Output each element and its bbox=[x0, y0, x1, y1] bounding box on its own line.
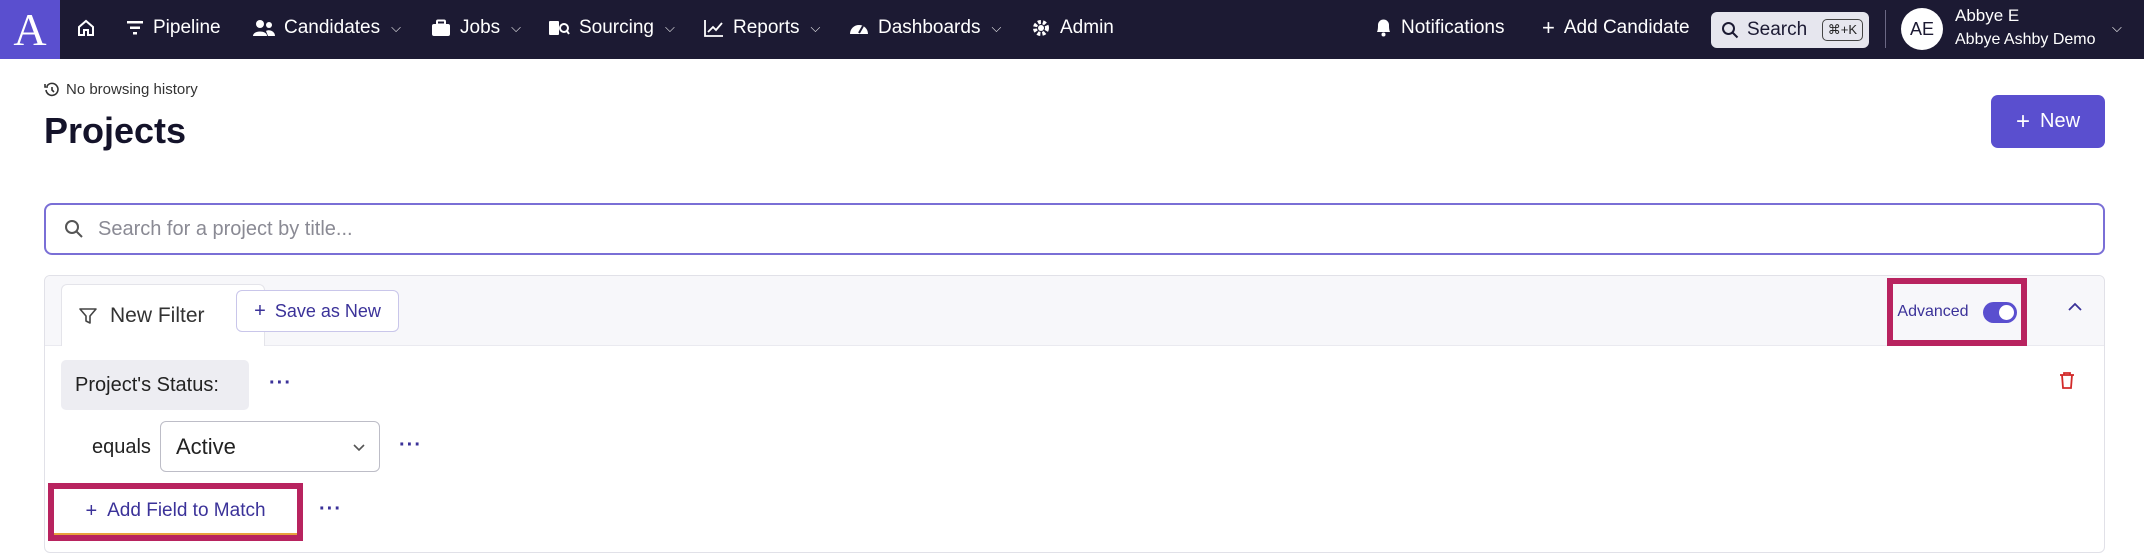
field-more-button[interactable]: ··· bbox=[269, 372, 292, 395]
chevron-down-icon: ⌵ bbox=[511, 19, 521, 35]
selected-value: Active bbox=[176, 433, 236, 459]
save-as-new-label: Save as New bbox=[274, 300, 381, 321]
add-candidate-label: Add Candidate bbox=[1563, 16, 1690, 38]
nav-item-label: Jobs bbox=[460, 16, 501, 38]
new-button-label: New bbox=[2040, 110, 2081, 132]
project-search[interactable] bbox=[44, 203, 2105, 255]
chevron-down-icon: ⌵ bbox=[991, 19, 1002, 35]
notifications-button[interactable]: Notifications bbox=[1375, 0, 1505, 55]
filter-panel: New Filter + Save as New Advanced Projec… bbox=[44, 275, 2105, 553]
nav-item-admin[interactable]: Admin bbox=[1031, 0, 1114, 55]
user-org[interactable]: Abbye Ashby Demo bbox=[1955, 31, 2096, 49]
tab-new-filter[interactable]: New Filter bbox=[61, 284, 265, 346]
search-shortcut: ⌘+K bbox=[1821, 19, 1863, 41]
page-title: Projects bbox=[44, 110, 187, 151]
add-field-label: Add Field to Match bbox=[107, 500, 266, 521]
users-icon bbox=[253, 19, 275, 36]
chart-icon bbox=[704, 19, 723, 37]
nav-item-dashboards[interactable]: Dashboards ⌵ bbox=[849, 0, 1001, 55]
chevron-down-icon: ⌵ bbox=[665, 19, 675, 35]
field-label: Project's Status: bbox=[75, 373, 219, 396]
bell-icon bbox=[1377, 19, 1390, 37]
add-field-to-match-button[interactable]: + Add Field to Match bbox=[54, 489, 297, 535]
nav-item-sourcing[interactable]: Sourcing ⌵ bbox=[548, 0, 675, 55]
sourcing-icon bbox=[549, 20, 570, 35]
gear-icon bbox=[1033, 19, 1049, 36]
plus-icon: + bbox=[1542, 14, 1555, 40]
plus-icon: + bbox=[85, 499, 98, 522]
tab-label: New Filter bbox=[110, 303, 205, 327]
plus-icon: + bbox=[254, 299, 266, 322]
status-select[interactable]: Active bbox=[160, 421, 380, 472]
filter-funnel-icon bbox=[79, 307, 97, 324]
history-icon bbox=[44, 82, 59, 96]
condition-more-button[interactable]: ··· bbox=[399, 434, 422, 457]
nav-item-label: Admin bbox=[1060, 16, 1114, 38]
nav-item-reports[interactable]: Reports ⌵ bbox=[704, 0, 820, 55]
nav-item-jobs[interactable]: Jobs ⌵ bbox=[431, 0, 521, 55]
nav-item-pipeline[interactable]: Pipeline bbox=[126, 0, 221, 55]
save-as-new-button[interactable]: + Save as New bbox=[236, 290, 399, 332]
browsing-history[interactable]: No browsing history bbox=[44, 81, 198, 98]
home-icon bbox=[78, 19, 94, 36]
filter-icon bbox=[127, 20, 143, 34]
nav-divider bbox=[1885, 10, 1886, 48]
field-chip-status[interactable]: Project's Status: bbox=[61, 360, 249, 410]
nav-item-candidates[interactable]: Candidates ⌵ bbox=[253, 0, 401, 55]
briefcase-icon bbox=[432, 19, 450, 36]
nav-item-label: Reports bbox=[733, 16, 800, 38]
top-nav: A Pipeline Candidates ⌵ Jobs ⌵ Sourcing … bbox=[0, 0, 2144, 59]
home-nav-item[interactable] bbox=[76, 0, 96, 55]
chevron-down-icon[interactable]: ⌵ bbox=[2112, 20, 2122, 36]
history-text: No browsing history bbox=[66, 81, 198, 98]
global-search-label: Search bbox=[1747, 19, 1808, 40]
new-project-button[interactable]: + New bbox=[1991, 95, 2105, 148]
add-candidate-button[interactable]: + Add Candidate bbox=[1542, 0, 1690, 55]
chevron-down-icon: ⌵ bbox=[810, 19, 821, 35]
nav-item-label: Pipeline bbox=[153, 16, 221, 38]
nav-item-label: Sourcing bbox=[579, 16, 654, 38]
advanced-toggle-group[interactable]: Advanced bbox=[1887, 278, 2027, 346]
user-name[interactable]: Abbye E bbox=[1955, 6, 2019, 26]
advanced-toggle[interactable] bbox=[1982, 301, 2017, 323]
search-icon bbox=[1722, 22, 1739, 39]
chevron-down-icon: ⌵ bbox=[391, 19, 401, 35]
advanced-label: Advanced bbox=[1897, 303, 1969, 320]
avatar[interactable]: AE bbox=[1901, 8, 1943, 50]
search-icon bbox=[65, 220, 83, 238]
add-field-highlight: + Add Field to Match bbox=[48, 483, 303, 541]
gauge-icon bbox=[850, 24, 868, 34]
operator-label: equals bbox=[92, 436, 151, 458]
notifications-label: Notifications bbox=[1401, 16, 1505, 38]
plus-icon: + bbox=[2015, 107, 2030, 135]
global-search-button[interactable]: Search ⌘+K bbox=[1711, 12, 1869, 48]
app-logo[interactable]: A bbox=[0, 0, 60, 59]
add-field-more-button[interactable]: ··· bbox=[319, 498, 342, 521]
search-input[interactable] bbox=[98, 217, 1998, 241]
nav-item-label: Dashboards bbox=[878, 16, 981, 38]
nav-item-label: Candidates bbox=[284, 16, 381, 38]
chevron-down-icon bbox=[353, 443, 365, 451]
filter-header: New Filter + Save as New Advanced bbox=[45, 276, 2104, 346]
chevron-up-icon[interactable] bbox=[2066, 298, 2084, 316]
trash-icon[interactable] bbox=[2058, 370, 2076, 390]
